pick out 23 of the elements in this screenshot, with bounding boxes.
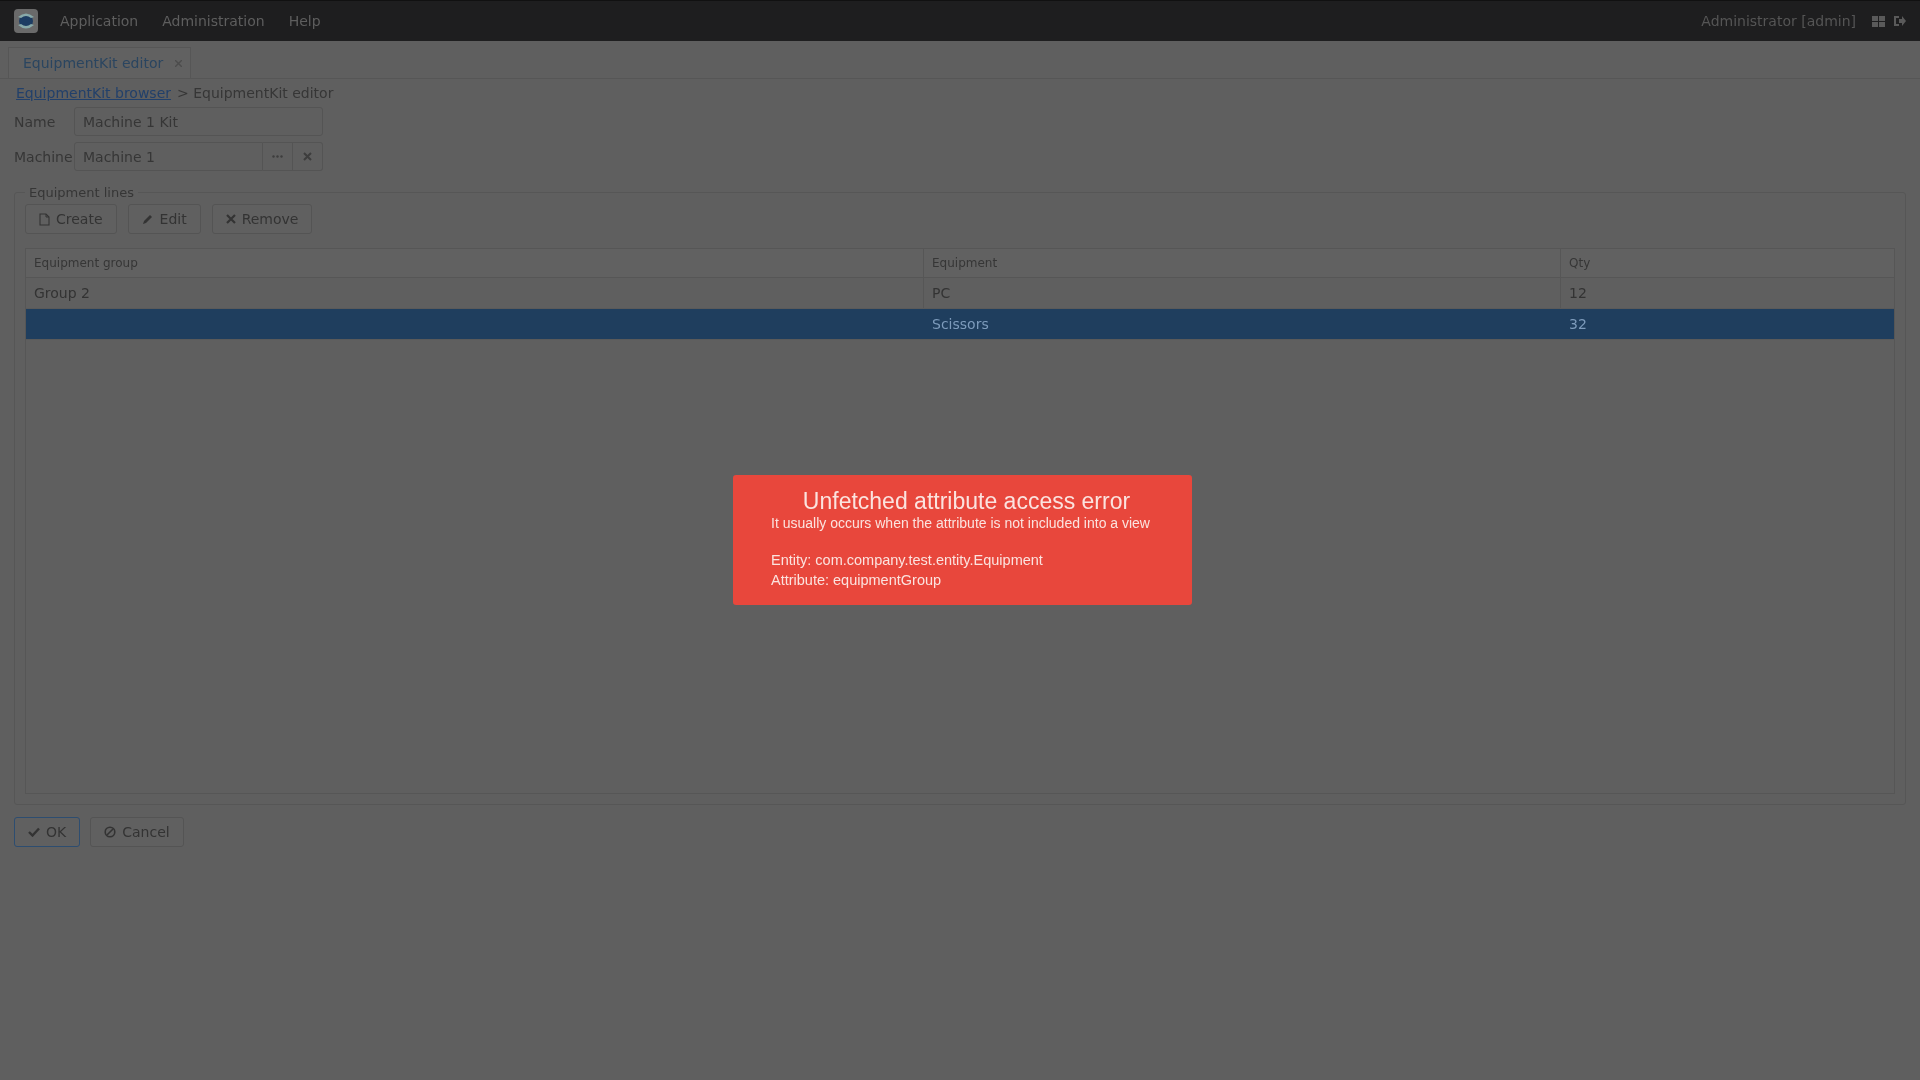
pencil-icon [141,213,154,225]
close-icon [225,214,236,224]
document-icon [39,212,50,226]
logout-icon[interactable] [1893,15,1906,27]
breadcrumb-link[interactable]: EquipmentKit browser [16,85,172,101]
table-row[interactable]: Scissors 32 [26,309,1894,340]
menu-item[interactable]: Application [60,13,139,29]
error-notification[interactable]: Unfetched attribute access error It usually occurs when the attribute is not included into a view Entity: com.company.test.entity.Equipment Attribute: equipmentGroup [733,475,1192,605]
logo-icon [14,9,38,33]
notification-title: Unfetched attribute access error [801,488,1132,515]
clear-button[interactable] [293,142,323,171]
lookup-button[interactable] [263,142,293,171]
ban-icon [104,826,117,838]
table-cell: 32 [1569,316,1587,332]
grid-icon[interactable] [1872,15,1885,27]
notification-message: It usually occurs when the attribute is not included into a view [771,515,1151,531]
menu-item[interactable]: Help [288,13,321,29]
close-icon [303,152,312,161]
table-cell: Scissors [932,316,989,332]
notification-detail: Attribute: equipmentGroup [771,571,943,590]
menu-item[interactable]: Administration [162,13,265,29]
check-icon [28,827,40,837]
notification-detail: Entity: com.company.test.entity.Equipment [771,551,1044,570]
